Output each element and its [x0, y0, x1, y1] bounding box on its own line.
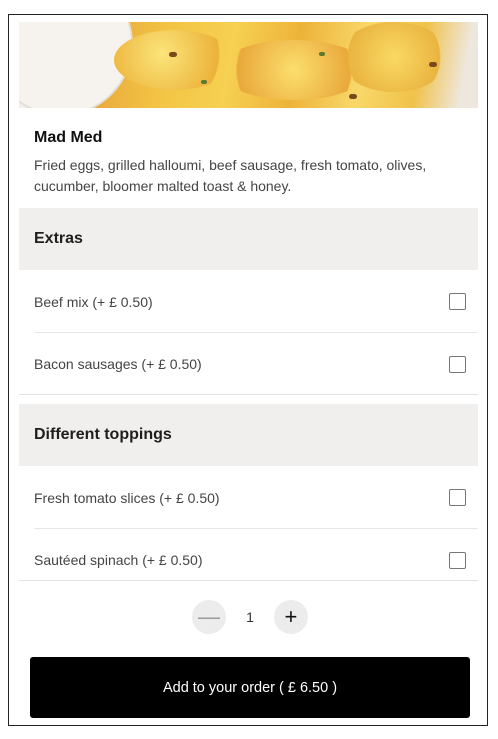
item-detail-modal: Mad Med Fried eggs, grilled halloumi, be… — [8, 14, 488, 726]
checkbox[interactable] — [449, 489, 466, 506]
item-description: Fried eggs, grilled halloumi, beef sausa… — [34, 157, 427, 194]
increase-quantity-button[interactable]: + — [273, 600, 308, 634]
option-row-sauteed-spinach[interactable]: Sautéed spinach (+ £ 0.50) — [34, 529, 478, 591]
quantity-value: 1 — [246, 609, 254, 625]
option-row-fresh-tomato-slices[interactable]: Fresh tomato slices (+ £ 0.50) — [34, 467, 478, 529]
section-header-extras: Extras — [19, 208, 478, 270]
item-photo — [19, 22, 478, 108]
option-row-bacon-sausages[interactable]: Bacon sausages (+ £ 0.50) — [34, 333, 478, 395]
divider — [19, 580, 478, 581]
option-label: Fresh tomato slices (+ £ 0.50) — [34, 489, 220, 506]
quantity-stepper: — 1 + — [192, 599, 308, 635]
section-header-different-toppings: Different toppings — [19, 404, 478, 466]
item-title: Mad Med — [34, 129, 103, 146]
option-label: Bacon sausages (+ £ 0.50) — [34, 356, 202, 372]
checkbox[interactable] — [449, 293, 466, 310]
add-to-order-button[interactable]: Add to your order ( £ 6.50 ) — [30, 657, 470, 718]
option-row-beef-mix[interactable]: Beef mix (+ £ 0.50) — [34, 271, 478, 333]
option-label: Sautéed spinach (+ £ 0.50) — [34, 552, 203, 568]
divider — [19, 394, 478, 395]
decrease-quantity-button[interactable]: — — [192, 600, 226, 634]
checkbox[interactable] — [449, 355, 466, 373]
option-label: Beef mix (+ £ 0.50) — [34, 293, 153, 310]
checkbox[interactable] — [449, 551, 466, 569]
